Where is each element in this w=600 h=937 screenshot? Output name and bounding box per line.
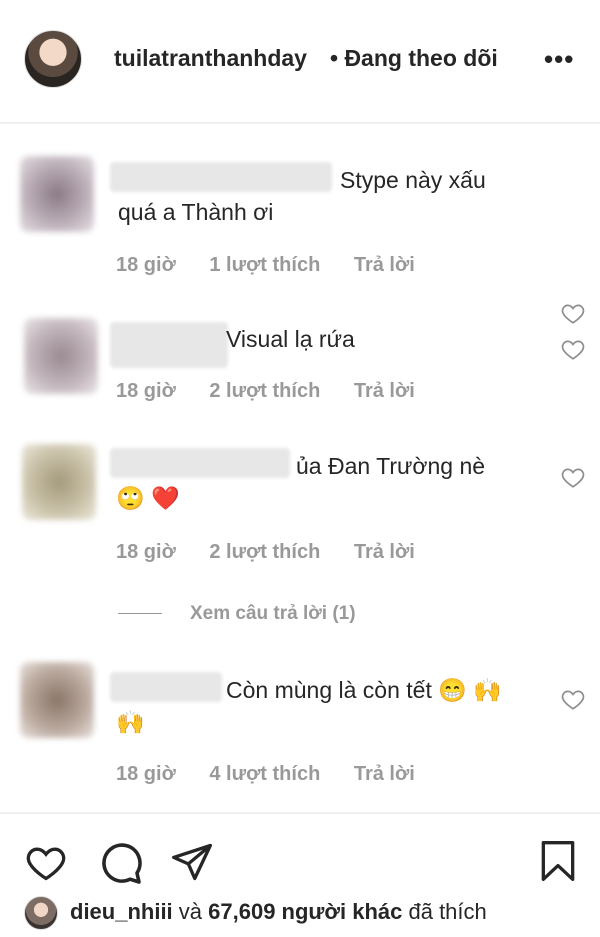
comment-emoji: 🙌 (116, 709, 145, 735)
comment-emoji: 🙄 ❤️ (116, 485, 180, 511)
bookmark-icon[interactable] (536, 836, 580, 886)
comment-text: Còn mùng là còn tết 😁 🙌 (226, 677, 502, 703)
comment-meta: 18 giờ 2 lượt thích Trả lời (116, 380, 443, 403)
comment-like-heart-icon[interactable] (560, 686, 586, 712)
comment-like-heart-icon[interactable] (560, 300, 586, 326)
comment-text: Visual lạ rứa (226, 326, 355, 352)
commenter-username-redacted[interactable] (110, 322, 228, 368)
comment-text: Stype này xấu quá a Thành ơi (118, 167, 486, 225)
comment-time: 18 giờ (116, 380, 176, 402)
comment-likes-count[interactable]: 4 lượt thích (209, 763, 320, 785)
post-header: tuilatranthanhday • Đang theo dõi ••• (0, 0, 600, 124)
comment-time: 18 giờ (116, 254, 176, 276)
more-options-icon[interactable]: ••• (544, 44, 574, 75)
profile-avatar[interactable] (24, 30, 82, 88)
likes-suffix: đã thích (402, 899, 487, 924)
comment-icon[interactable] (96, 838, 144, 886)
comment-meta: 18 giờ 4 lượt thích Trả lời (116, 763, 443, 786)
comment-like-heart-icon[interactable] (560, 464, 586, 490)
comment-time: 18 giờ (116, 763, 176, 785)
comment-likes-count[interactable]: 2 lượt thích (209, 380, 320, 402)
follow-status[interactable]: • Đang theo dõi (330, 45, 498, 72)
view-replies-label[interactable]: Xem câu trả lời (1) (190, 603, 356, 624)
comment-likes-count[interactable]: 2 lượt thích (209, 541, 320, 563)
likes-connector: và (172, 899, 209, 924)
comment-meta: 18 giờ 2 lượt thích Trả lời (116, 541, 443, 564)
commenter-avatar[interactable] (24, 318, 98, 394)
reply-button[interactable]: Trả lời (354, 380, 415, 402)
reply-button[interactable]: Trả lời (354, 254, 415, 276)
commenter-avatar[interactable] (20, 156, 94, 232)
username[interactable]: tuilatranthanhday (114, 45, 307, 72)
comment-meta: 18 giờ 1 lượt thích Trả lời (116, 254, 443, 277)
commenter-avatar[interactable] (22, 444, 96, 520)
commenter-avatar[interactable] (20, 662, 94, 738)
comment-likes-count[interactable]: 1 lượt thích (209, 254, 320, 276)
send-icon[interactable] (170, 840, 214, 884)
divider-line (118, 613, 162, 615)
comment-time: 18 giờ (116, 541, 176, 563)
reply-button[interactable]: Trả lời (354, 763, 415, 785)
liker-username[interactable]: dieu_nhiii (70, 899, 173, 924)
comment-text: ủa Đan Trường nè (296, 453, 486, 479)
others-count-link[interactable]: 67,609 người khác (208, 899, 402, 924)
commenter-username-redacted[interactable] (110, 448, 290, 478)
view-replies-link[interactable]: Xem câu trả lời (1) (118, 603, 356, 625)
commenter-username-redacted[interactable] (110, 672, 222, 702)
heart-icon[interactable] (24, 840, 68, 884)
likes-text: dieu_nhiii và 67,609 người khác đã thích (70, 899, 487, 925)
comment-like-heart-icon[interactable] (560, 336, 586, 362)
liker-avatar[interactable] (24, 896, 58, 930)
reply-button[interactable]: Trả lời (354, 541, 415, 563)
